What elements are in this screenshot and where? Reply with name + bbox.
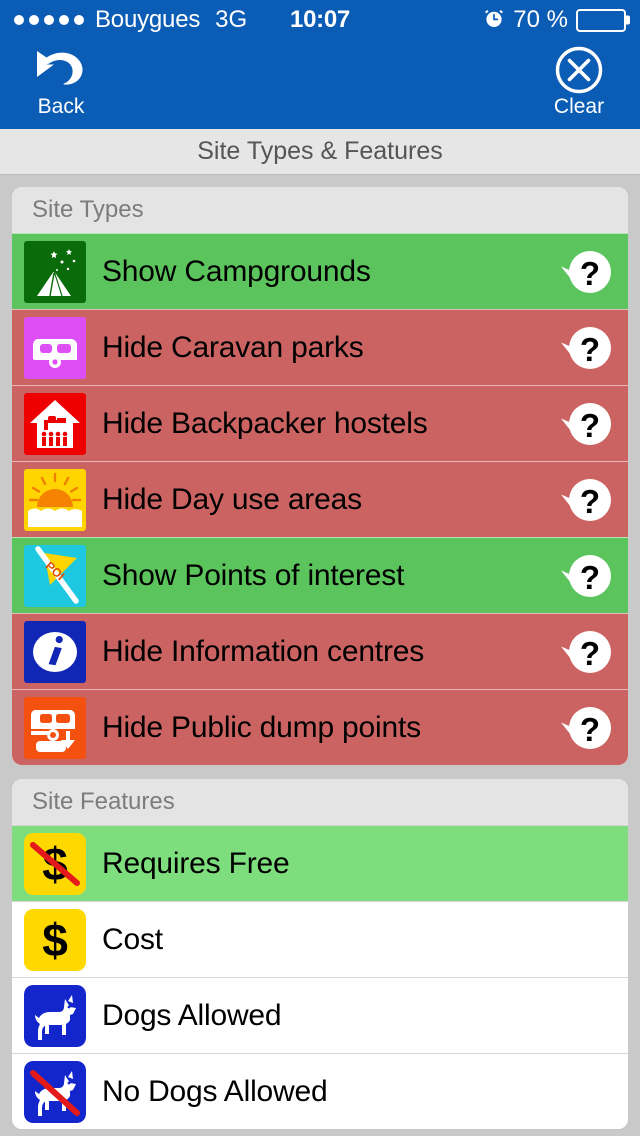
help-button[interactable]: ?: [558, 398, 616, 450]
undo-arrow-icon: [33, 46, 89, 94]
back-button-label: Back: [37, 95, 85, 118]
site-features-card: Site Features $ Requires Free: [12, 779, 628, 1129]
row-label: Hide Information centres: [102, 634, 425, 668]
row-hide-information-centres[interactable]: Hide Information centres ?: [12, 613, 628, 689]
row-hide-public-dump-points[interactable]: Hide Public dump points ?: [12, 689, 628, 765]
caravan-icon: [24, 316, 86, 379]
svg-text:?: ?: [580, 331, 600, 368]
site-types-card: Site Types Show Campgrounds ? Hide Carav…: [12, 187, 628, 765]
help-button[interactable]: ?: [558, 626, 616, 678]
row-dogs-allowed[interactable]: Dogs Allowed: [12, 977, 628, 1053]
row-label: Hide Public dump points: [102, 710, 421, 744]
clear-button[interactable]: Clear: [536, 46, 622, 119]
status-bar-left: Bouygues 3G: [14, 6, 247, 34]
row-label: Cost: [102, 922, 163, 956]
status-bar: Bouygues 3G 10:07 70 %: [0, 0, 640, 40]
row-requires-free[interactable]: $ Requires Free: [12, 825, 628, 901]
dogs-allowed-icon: [24, 984, 86, 1047]
battery-percentage: 70 %: [513, 6, 568, 33]
battery-icon: [576, 8, 626, 32]
section-header-site-features: Site Features: [12, 779, 628, 825]
signal-strength-icon: [14, 15, 84, 25]
row-show-points-of-interest[interactable]: POI Show Points of interest ?: [12, 537, 628, 613]
alarm-clock-icon: [483, 7, 505, 34]
row-show-campgrounds[interactable]: Show Campgrounds ?: [12, 233, 628, 309]
row-hide-day-use-areas[interactable]: Hide Day use areas ?: [12, 461, 628, 537]
status-bar-right: 70 %: [483, 6, 626, 34]
row-label: Show Campgrounds: [102, 254, 371, 288]
svg-text:$: $: [42, 914, 68, 966]
svg-text:?: ?: [580, 559, 600, 596]
help-button[interactable]: ?: [558, 702, 616, 754]
information-icon: [24, 620, 86, 683]
point-of-interest-icon: POI: [24, 544, 86, 607]
network-type: 3G: [215, 6, 248, 33]
navigation-bar: Back Clear: [0, 40, 640, 129]
free-no-cost-icon: $: [24, 832, 86, 895]
svg-text:?: ?: [580, 635, 600, 672]
section-header-site-types: Site Types: [12, 187, 628, 233]
svg-text:?: ?: [580, 255, 600, 292]
svg-text:?: ?: [580, 483, 600, 520]
row-label: No Dogs Allowed: [102, 1074, 328, 1108]
help-button[interactable]: ?: [558, 474, 616, 526]
row-cost[interactable]: $ Cost: [12, 901, 628, 977]
help-button[interactable]: ?: [558, 550, 616, 602]
row-hide-caravan-parks[interactable]: Hide Caravan parks ?: [12, 309, 628, 385]
row-label: Show Points of interest: [102, 558, 405, 592]
no-dogs-allowed-icon: [24, 1060, 86, 1123]
help-button[interactable]: ?: [558, 322, 616, 374]
settings-content: Site Types Show Campgrounds ? Hide Carav…: [0, 175, 640, 1129]
circle-x-icon: [554, 46, 604, 94]
row-label: Hide Day use areas: [102, 482, 362, 516]
row-label: Dogs Allowed: [102, 998, 282, 1032]
svg-text:?: ?: [580, 711, 600, 748]
row-label: Requires Free: [102, 846, 290, 880]
day-use-area-icon: [24, 468, 86, 531]
cost-dollar-icon: $: [24, 908, 86, 971]
page-title-bar: Site Types & Features: [0, 129, 640, 175]
clear-button-label: Clear: [553, 95, 605, 118]
back-button[interactable]: Back: [18, 46, 104, 119]
campground-icon: [24, 240, 86, 303]
row-label: Hide Caravan parks: [102, 330, 364, 364]
dump-point-icon: [24, 696, 86, 759]
carrier-name: Bouygues: [95, 6, 201, 33]
backpacker-hostel-icon: [24, 392, 86, 455]
svg-text:?: ?: [580, 407, 600, 444]
row-hide-backpacker-hostels[interactable]: Hide Backpacker hostels ?: [12, 385, 628, 461]
page-title: Site Types & Features: [197, 137, 443, 165]
help-button[interactable]: ?: [558, 246, 616, 298]
row-label: Hide Backpacker hostels: [102, 406, 428, 440]
row-no-dogs-allowed[interactable]: No Dogs Allowed: [12, 1053, 628, 1129]
